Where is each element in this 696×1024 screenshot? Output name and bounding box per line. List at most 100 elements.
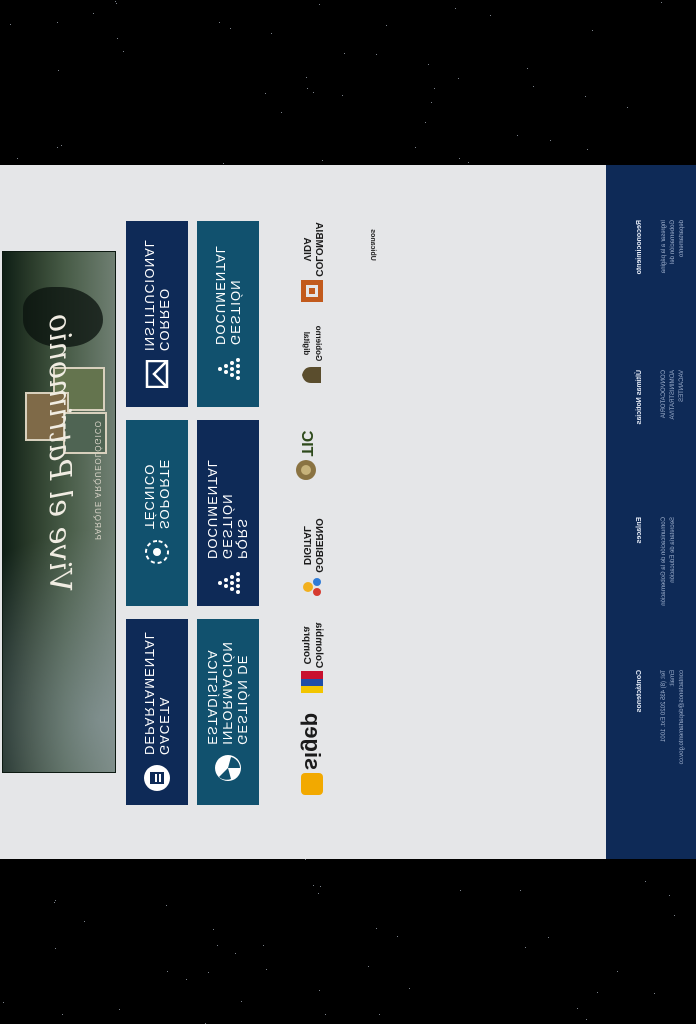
footer-link[interactable]: Gobernación del — [670, 220, 676, 264]
star — [519, 889, 521, 891]
star — [367, 965, 369, 967]
hero-banner[interactable]: Vive el Patrimonio PARQUE ARQUEOLÓGICO — [2, 251, 116, 773]
star — [57, 70, 59, 72]
star — [2, 1001, 4, 1003]
star — [673, 914, 675, 916]
star — [586, 149, 588, 151]
star — [661, 1, 663, 3]
tile-label: GESTIÓN DOCUMENTAL — [213, 244, 243, 346]
logo-colombia-compra[interactable]: Colombia Compra — [290, 617, 334, 699]
star — [219, 22, 221, 24]
footer-link[interactable]: Ingresar a la página — [661, 220, 667, 273]
star — [280, 111, 282, 113]
tile-gaceta-departamental[interactable]: GACETA DEPARTAMENTAL — [126, 619, 188, 805]
star — [385, 24, 387, 26]
star — [550, 139, 552, 141]
star — [668, 895, 670, 897]
star — [526, 68, 528, 70]
star — [317, 893, 319, 895]
footer-link[interactable]: departamento — [679, 220, 685, 257]
star — [434, 88, 436, 90]
star — [93, 13, 95, 15]
footer-link[interactable]: Comunicación de la Gobernación — [661, 517, 667, 606]
star — [235, 952, 237, 954]
star — [212, 929, 214, 931]
tile-soporte-tecnico[interactable]: SOPORTE TÉCNICO — [126, 420, 188, 606]
star — [585, 96, 587, 98]
star — [592, 29, 594, 31]
star — [320, 886, 322, 888]
star — [114, 0, 116, 2]
footer-link[interactable]: Secretaría de Educación — [670, 517, 676, 583]
logo-tic[interactable]: TIC — [284, 415, 328, 497]
documents-icon — [213, 353, 243, 383]
tile-label: CORREO INSTITUCIONAL — [142, 239, 172, 351]
star — [313, 92, 315, 94]
star — [216, 944, 218, 946]
star — [585, 1018, 587, 1020]
star — [185, 979, 187, 981]
footer-link[interactable]: CONVOCATORIA — [661, 370, 667, 418]
footer-link[interactable]: Tel: (8) 435 2020 Ext. 1001 — [661, 670, 667, 742]
logo-text: sigep — [300, 713, 325, 771]
footer-link[interactable]: Email: — [670, 670, 676, 687]
star — [223, 163, 225, 165]
star — [271, 32, 273, 34]
section-ubicanos-label: Ubicanos — [369, 229, 376, 261]
star — [319, 990, 321, 992]
tile-gestion-documental[interactable]: GESTIÓN DOCUMENTAL — [197, 221, 259, 407]
footer-link[interactable]: ADMINISTRATIVA — [670, 370, 676, 419]
star — [313, 884, 315, 886]
star — [264, 92, 266, 94]
star — [458, 157, 460, 159]
star — [56, 21, 58, 23]
star — [517, 134, 519, 136]
star — [341, 95, 343, 97]
footer-heading: Últimas Noticias — [636, 370, 643, 425]
star — [56, 147, 58, 149]
footer-heading: Enlaces — [636, 517, 643, 544]
sigep-logo — [301, 773, 323, 795]
star — [414, 146, 416, 148]
star — [490, 14, 492, 16]
star — [379, 1013, 381, 1015]
support-icon — [142, 537, 172, 567]
logo-escudo[interactable]: Gobierno digital — [290, 315, 334, 397]
footer-heading: Reconocimiento — [636, 220, 643, 275]
logo-colombia-vida[interactable]: COLOMBIA VIDA — [290, 221, 334, 303]
star — [166, 905, 168, 907]
logo-sigep[interactable]: sigep — [290, 713, 334, 795]
star — [307, 88, 309, 90]
star — [324, 1014, 326, 1016]
logo-text: Gobierno digital — [302, 325, 323, 362]
star — [617, 970, 619, 972]
star — [547, 936, 549, 938]
star — [207, 971, 209, 973]
star — [319, 3, 321, 5]
tile-pqrs[interactable]: PQRS GESTIÓN DOCUMENTAL — [197, 420, 259, 606]
star — [428, 64, 430, 66]
tile-label: GACETA DEPARTAMENTAL — [142, 631, 172, 756]
footer-link[interactable]: contactenos@departamento.gov.co — [679, 670, 685, 764]
tile-informacion-estadistica[interactable]: GESTIÓN DE INFORMACIÓN ESTADÍSTICA — [197, 619, 259, 805]
star — [16, 158, 18, 160]
logo-text: COLOMBIA VIDA — [301, 222, 324, 277]
tic-logo — [296, 460, 316, 481]
star — [524, 946, 526, 948]
star — [167, 971, 169, 973]
logo-gobierno-digital[interactable]: GOBIERNO DIGITAL — [290, 517, 334, 599]
star — [376, 53, 378, 55]
logo-text: GOBIERNO DIGITAL — [301, 518, 324, 573]
tile-label: GESTIÓN DE INFORMACIÓN ESTADÍSTICA — [205, 641, 251, 745]
footer-link[interactable]: VACANTES — [679, 370, 685, 402]
star — [343, 53, 345, 55]
star — [576, 1008, 578, 1010]
star — [322, 160, 324, 162]
star — [457, 78, 459, 80]
star — [626, 107, 628, 109]
star — [425, 121, 427, 123]
logo-text: TIC — [298, 430, 315, 457]
star — [467, 161, 469, 163]
tile-correo-institucional[interactable]: CORREO INSTITUCIONAL — [126, 221, 188, 407]
star — [55, 948, 57, 950]
